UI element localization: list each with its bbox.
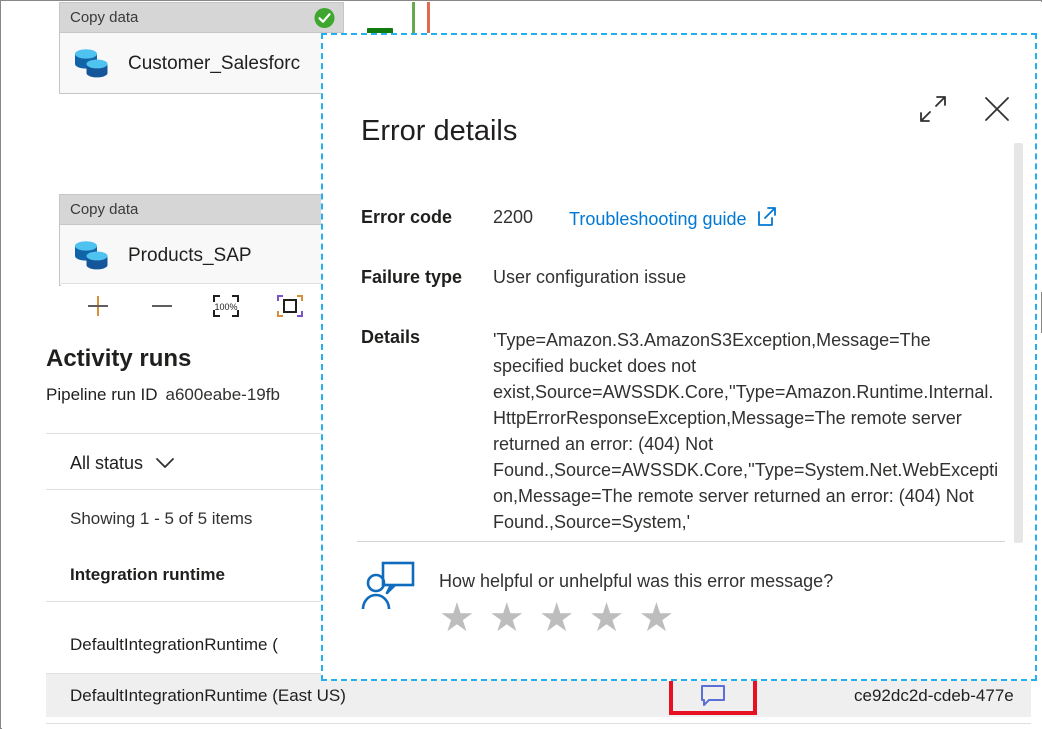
activity-card-header-label: Copy data (70, 9, 139, 26)
database-icon (70, 44, 114, 84)
pipeline-run-id-value: a600eabe-19fb (165, 385, 280, 404)
dialog-title: Error details (361, 115, 518, 147)
star-icon[interactable]: ★ (638, 598, 674, 638)
activity-card-title: Customer_Salesforc (128, 53, 301, 74)
expand-diagonal-icon[interactable] (915, 91, 951, 127)
error-code-value: 2200 (493, 207, 534, 227)
canvas-zoom-toolbar: 100% (61, 283, 329, 327)
activity-card-body: Customer_Salesforc (60, 33, 343, 95)
details-row: Details 'Type=Amazon.S3.AmazonS3Exceptio… (361, 327, 1009, 535)
troubleshooting-guide-link[interactable]: Troubleshooting guide (569, 207, 776, 232)
svg-text:100%: 100% (214, 302, 237, 312)
failure-type-row: Failure type User configuration issue (361, 267, 686, 288)
star-icon[interactable]: ★ (539, 598, 575, 638)
pipeline-run-id-label: Pipeline run ID (46, 385, 158, 404)
table-cell-integration-runtime: DefaultIntegrationRuntime ( (70, 635, 278, 654)
star-rating[interactable]: ★ ★ ★ ★ ★ (439, 598, 833, 638)
activity-card-header: Copy data (60, 3, 343, 33)
failure-type-value: User configuration issue (493, 267, 687, 287)
feedback-question: How helpful or unhelpful was this error … (439, 571, 834, 591)
activity-card-copy-data-2[interactable]: Copy data Products_SAP (59, 194, 344, 286)
details-label: Details (361, 327, 421, 347)
activity-card-copy-data-1[interactable]: Copy data Customer_Salesforc (59, 2, 344, 94)
database-icon (70, 236, 114, 276)
error-code-row: Error code 2200 Troubleshooting guide (361, 207, 777, 232)
activity-card-header-label: Copy data (70, 201, 139, 218)
status-filter-label: All status (70, 453, 144, 473)
feedback-area: How helpful or unhelpful was this error … (361, 559, 833, 638)
error-code-label: Error code (361, 207, 453, 227)
zoom-in-button[interactable] (83, 291, 113, 321)
status-filter-dropdown[interactable]: All status (70, 453, 175, 474)
star-icon[interactable]: ★ (589, 598, 625, 638)
close-x-icon[interactable] (979, 91, 1015, 127)
zoom-100-icon[interactable]: 100% (211, 291, 241, 321)
star-icon[interactable]: ★ (439, 598, 475, 638)
comment-bubble-icon[interactable] (669, 676, 757, 715)
chevron-down-icon (155, 453, 175, 474)
troubleshooting-guide-label: Troubleshooting guide (569, 209, 747, 229)
feedback-content: How helpful or unhelpful was this error … (439, 559, 833, 638)
details-value: 'Type=Amazon.S3.AmazonS3Exception,Messag… (493, 330, 999, 532)
pipeline-run-id-row: Pipeline run ID a600eabe-19fb (46, 385, 280, 405)
page-title: Activity runs (46, 345, 192, 372)
failure-type-label: Failure type (361, 267, 463, 287)
star-icon[interactable]: ★ (489, 598, 525, 638)
activity-card-header: Copy data (60, 195, 343, 225)
table-column-header-integration-runtime: Integration runtime (70, 565, 225, 584)
fit-screen-icon[interactable] (275, 291, 305, 321)
zoom-out-button[interactable] (147, 291, 177, 321)
success-check-icon (314, 7, 335, 28)
showing-count-label: Showing 1 - 5 of 5 items (70, 509, 253, 528)
table-cell-run-id: ce92dc2d-cdeb-477e (854, 685, 1014, 705)
error-details-dialog: Error details Error code 2200 Troublesho… (321, 33, 1037, 681)
person-feedback-icon (361, 559, 417, 620)
divider (46, 723, 1031, 724)
application-window: Copy data Customer_Salesforc Copy data P… (0, 0, 1042, 729)
activity-card-body: Products_SAP (60, 225, 343, 287)
dialog-body: Error code 2200 Troubleshooting guide Fa… (323, 175, 1035, 541)
activity-card-title: Products_SAP (128, 245, 252, 266)
dialog-header-actions (915, 91, 1015, 127)
divider (357, 541, 1005, 542)
external-link-icon (757, 207, 777, 232)
table-cell-integration-runtime: DefaultIntegrationRuntime (East US) (70, 685, 346, 705)
